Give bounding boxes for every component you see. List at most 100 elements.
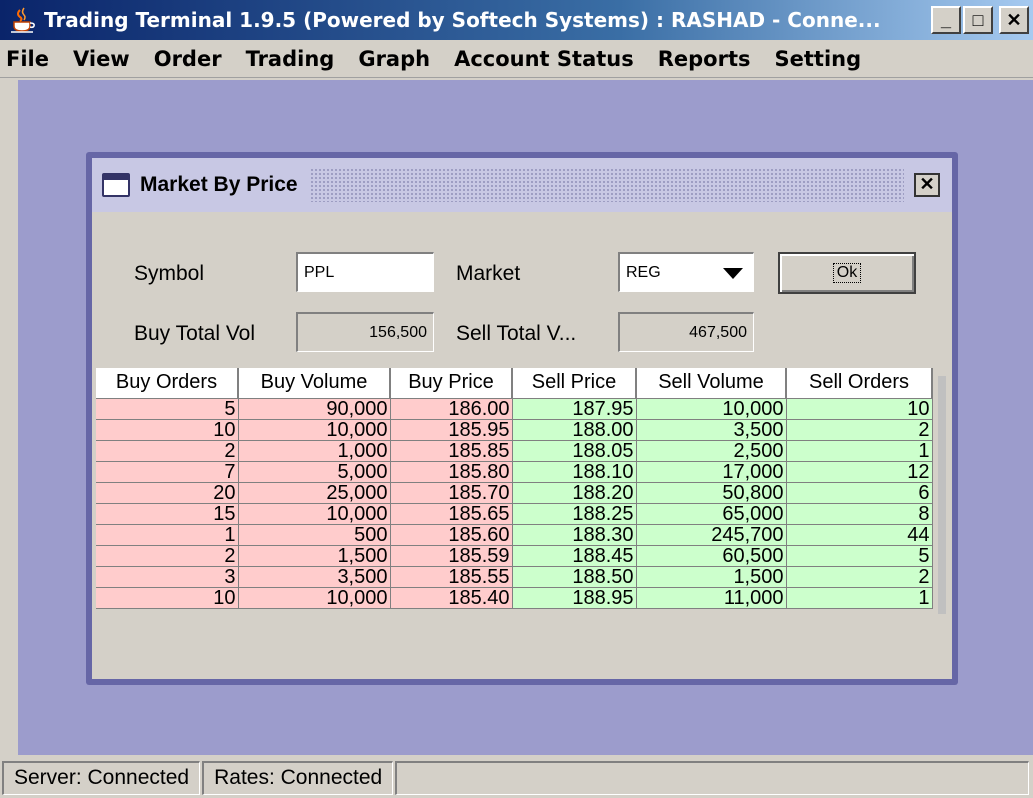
- table-cell: 188.20: [512, 482, 637, 504]
- table-cell: 10,000: [636, 398, 787, 420]
- window-left-edge: [0, 80, 18, 755]
- table-cell: 188.05: [512, 440, 637, 462]
- menu-setting[interactable]: Setting: [775, 47, 862, 71]
- table-cell: 1,500: [238, 545, 391, 567]
- table-cell: 1: [786, 440, 933, 462]
- table-cell: 1,500: [636, 566, 787, 588]
- table-cell: 188.95: [512, 587, 637, 609]
- table-cell: 2: [786, 419, 933, 441]
- status-bar: Server: Connected Rates: Connected: [0, 757, 1033, 798]
- maximize-icon: □: [972, 10, 984, 30]
- table-cell: 65,000: [636, 503, 787, 525]
- table-cell: 10: [96, 587, 239, 609]
- ok-button-label: Ok: [832, 263, 862, 283]
- header-sell-volume[interactable]: Sell Volume: [636, 368, 787, 399]
- table-cell: 185.95: [390, 419, 513, 441]
- header-buy-volume[interactable]: Buy Volume: [238, 368, 391, 399]
- table-row[interactable]: 1 500 185.60 188.30 245,700 44: [96, 524, 933, 546]
- table-cell: 3,500: [636, 419, 787, 441]
- table-cell: 60,500: [636, 545, 787, 567]
- table-cell: 1,000: [238, 440, 391, 462]
- table-cell: 15: [96, 503, 239, 525]
- table-cell: 2,500: [636, 440, 787, 462]
- header-sell-price[interactable]: Sell Price: [512, 368, 637, 399]
- status-extra: [395, 760, 1029, 795]
- table-cell: 20: [96, 482, 239, 504]
- table-cell: 10,000: [238, 587, 391, 609]
- table-cell: 185.40: [390, 587, 513, 609]
- table-row[interactable]: 10 10,000 185.40 188.95 11,000 1: [96, 587, 933, 609]
- table-cell: 5,000: [238, 461, 391, 483]
- menu-file[interactable]: File: [6, 47, 49, 71]
- table-cell: 50,800: [636, 482, 787, 504]
- table-cell: 2: [96, 545, 239, 567]
- close-icon: ✕: [1006, 10, 1022, 30]
- header-buy-orders[interactable]: Buy Orders: [96, 368, 239, 399]
- table-cell: 3,500: [238, 566, 391, 588]
- table-cell: 186.00: [390, 398, 513, 420]
- table-cell: 10: [786, 398, 933, 420]
- menu-view[interactable]: View: [73, 47, 130, 71]
- menu-reports[interactable]: Reports: [658, 47, 751, 71]
- table-cell: 1: [96, 524, 239, 546]
- table-cell: 188.50: [512, 566, 637, 588]
- table-cell: 185.70: [390, 482, 513, 504]
- header-sell-orders[interactable]: Sell Orders: [786, 368, 933, 399]
- table-cell: 188.10: [512, 461, 637, 483]
- title-bar-grip: [309, 168, 904, 202]
- table-cell: 500: [238, 524, 391, 546]
- table-cell: 5: [96, 398, 239, 420]
- table-cell: 188.45: [512, 545, 637, 567]
- table-row[interactable]: 3 3,500 185.55 188.50 1,500 2: [96, 566, 933, 588]
- table-row[interactable]: 10 10,000 185.95 188.00 3,500 2: [96, 419, 933, 441]
- symbol-input[interactable]: PPL: [296, 252, 434, 292]
- window-title: Trading Terminal 1.9.5 (Powered by Softe…: [44, 8, 881, 32]
- table-cell: 2: [786, 566, 933, 588]
- dialog-close-button[interactable]: ✕: [914, 173, 940, 197]
- table-cell: 185.65: [390, 503, 513, 525]
- table-cell: 10: [96, 419, 239, 441]
- table-row[interactable]: 7 5,000 185.80 188.10 17,000 12: [96, 461, 933, 483]
- table-cell: 6: [786, 482, 933, 504]
- server-status: Server: Connected: [2, 760, 201, 795]
- maximize-button[interactable]: □: [963, 6, 993, 34]
- triangle-down-icon[interactable]: [723, 268, 743, 279]
- table-cell: 10,000: [238, 419, 391, 441]
- close-button[interactable]: ✕: [999, 6, 1029, 34]
- table-cell: 17,000: [636, 461, 787, 483]
- menu-trading[interactable]: Trading: [246, 47, 335, 71]
- table-row[interactable]: 2 1,000 185.85 188.05 2,500 1: [96, 440, 933, 462]
- table-cell: 185.55: [390, 566, 513, 588]
- ok-button[interactable]: Ok: [778, 252, 916, 294]
- market-label: Market: [456, 262, 521, 285]
- menu-graph[interactable]: Graph: [358, 47, 430, 71]
- table-cell: 5: [786, 545, 933, 567]
- table-scroll-gutter[interactable]: [938, 376, 946, 614]
- table-cell: 90,000: [238, 398, 391, 420]
- table-cell: 12: [786, 461, 933, 483]
- table-cell: 25,000: [238, 482, 391, 504]
- table-cell: 10,000: [238, 503, 391, 525]
- table-row[interactable]: 2 1,500 185.59 188.45 60,500 5: [96, 545, 933, 567]
- window-frame-icon: [102, 173, 130, 197]
- menu-account-status[interactable]: Account Status: [454, 47, 634, 71]
- table-row[interactable]: 5 90,000 186.00 187.95 10,000 10: [96, 398, 933, 420]
- header-buy-price[interactable]: Buy Price: [390, 368, 513, 399]
- table-row[interactable]: 20 25,000 185.70 188.20 50,800 6: [96, 482, 933, 504]
- table-row[interactable]: 15 10,000 185.65 188.25 65,000 8: [96, 503, 933, 525]
- dialog-title: Market By Price: [140, 173, 298, 196]
- table-cell: 188.30: [512, 524, 637, 546]
- table-cell: 44: [786, 524, 933, 546]
- table-cell: 185.80: [390, 461, 513, 483]
- table-cell: 185.85: [390, 440, 513, 462]
- buy-total-vol-label: Buy Total Vol: [134, 322, 256, 345]
- market-select[interactable]: REG: [618, 252, 754, 292]
- dialog-title-bar[interactable]: Market By Price ✕: [92, 158, 952, 212]
- window-title-bar[interactable]: Trading Terminal 1.9.5 (Powered by Softe…: [0, 0, 1033, 40]
- rates-status: Rates: Connected: [202, 760, 394, 795]
- market-depth-table: Buy Orders Buy Volume Buy Price Sell Pri…: [96, 368, 938, 614]
- table-cell: 187.95: [512, 398, 637, 420]
- minimize-button[interactable]: _: [931, 6, 961, 34]
- menu-order[interactable]: Order: [154, 47, 222, 71]
- table-cell: 188.00: [512, 419, 637, 441]
